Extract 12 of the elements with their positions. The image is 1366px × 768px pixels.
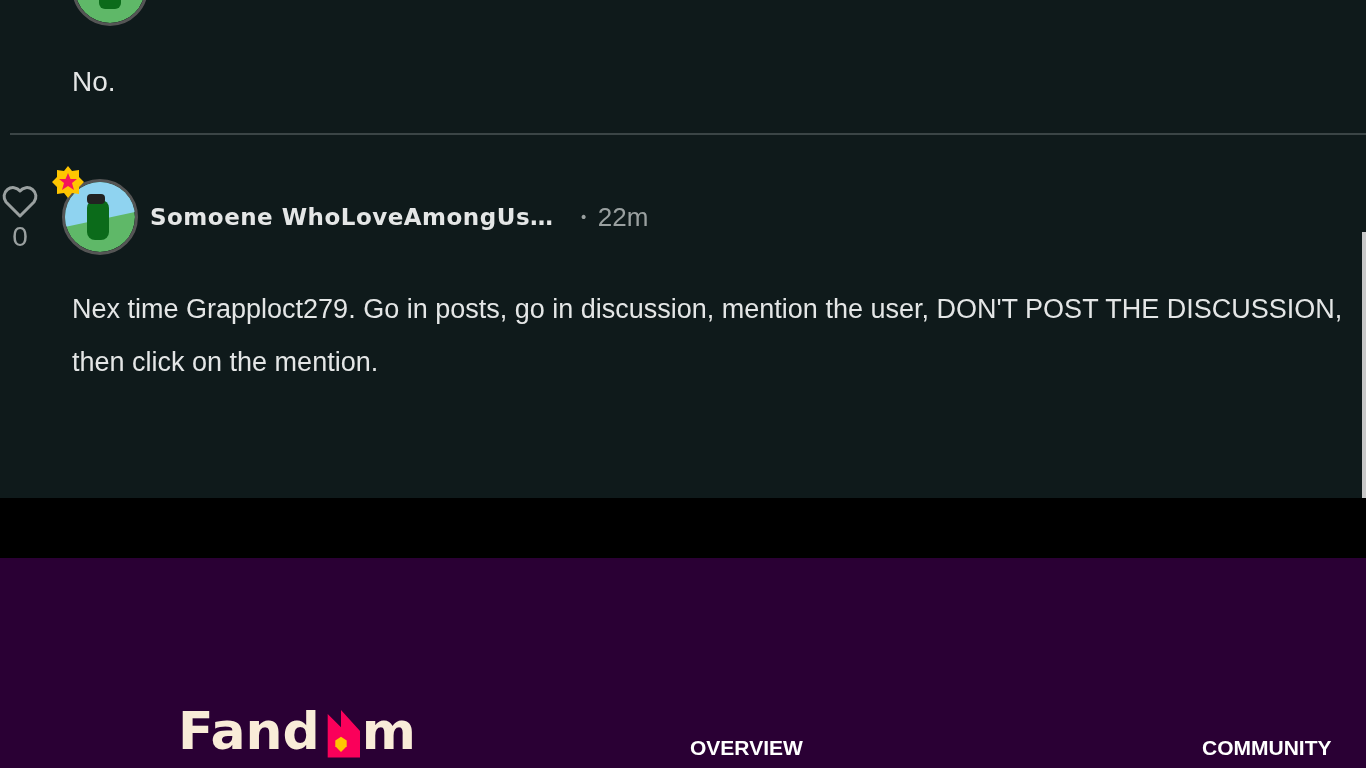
- footer-heading: COMMUNITY: [1202, 736, 1332, 760]
- separator-dot: •: [579, 209, 588, 225]
- author-name[interactable]: Somoene WhoLoveAmongUs…: [150, 204, 554, 230]
- fandom-logo[interactable]: Fand m: [178, 704, 416, 758]
- comment-text: No.: [72, 65, 117, 98]
- footer-heading: OVERVIEW: [690, 736, 803, 760]
- scrollbar[interactable]: [1362, 232, 1366, 498]
- heart-icon[interactable]: [1, 185, 39, 219]
- comment-text: Nex time Grapploct279. Go in posts, go in discussion, mention the user, DON'T POST THE DISCUSSION, then click on the mention.: [71, 293, 1344, 379]
- user-avatar[interactable]: [62, 179, 138, 255]
- like-count: 0: [12, 220, 28, 254]
- comment-time: 22m: [597, 201, 649, 233]
